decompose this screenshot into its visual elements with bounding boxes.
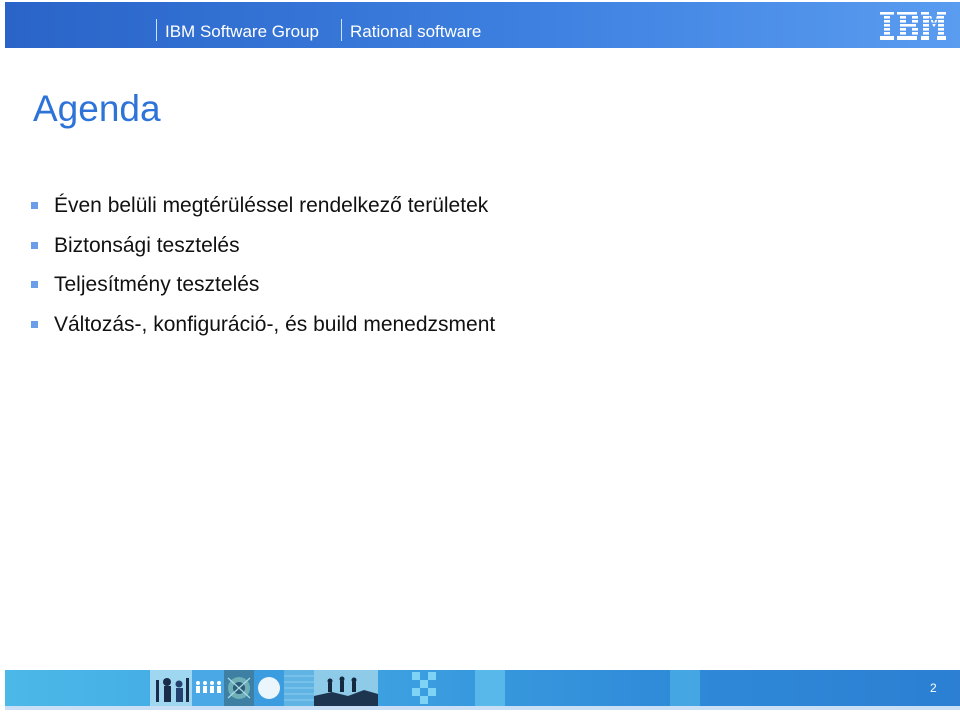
bullet-item: Biztonsági tesztelés bbox=[30, 232, 495, 272]
texture-icon bbox=[284, 670, 314, 706]
people-photo-icon bbox=[150, 670, 192, 706]
header-group-label: IBM Software Group bbox=[165, 22, 320, 41]
footer-block bbox=[670, 670, 700, 706]
bullet-text: Éven belüli megtérüléssel rendelkező ter… bbox=[54, 194, 489, 217]
bullet-marker-icon bbox=[31, 281, 38, 288]
climbers-photo-icon bbox=[314, 670, 378, 706]
pixel-pattern-icon bbox=[412, 672, 436, 704]
circle-icon bbox=[254, 670, 284, 706]
slide-title: Agenda bbox=[33, 88, 161, 129]
page-number: 2 bbox=[930, 681, 937, 695]
footer-bar bbox=[5, 670, 960, 706]
footer-block bbox=[475, 670, 505, 706]
header-divider bbox=[156, 19, 157, 41]
circuit-photo-icon bbox=[224, 670, 254, 706]
bullet-marker-icon bbox=[31, 241, 38, 249]
bullet-list: Éven belüli megtérüléssel rendelkező ter… bbox=[30, 192, 495, 350]
header-subtitle: Rational software bbox=[350, 22, 482, 41]
bullet-marker-icon bbox=[31, 320, 38, 328]
bullet-text: Változás-, konfiguráció-, és build mened… bbox=[54, 312, 496, 336]
bullet-item: Teljesítmény tesztelés bbox=[30, 271, 495, 311]
bullet-item: Éven belüli megtérüléssel rendelkező ter… bbox=[30, 192, 495, 232]
bullet-text: Teljesítmény tesztelés bbox=[54, 273, 260, 296]
header-bar: IBM Software Group Rational software bbox=[5, 2, 960, 48]
footer-strip bbox=[5, 706, 960, 710]
header-divider bbox=[341, 19, 342, 41]
figures-icon bbox=[192, 670, 224, 706]
bullet-item: Változás-, konfiguráció-, és build mened… bbox=[30, 311, 495, 351]
ibm-logo-icon bbox=[880, 12, 946, 40]
bullet-text: Biztonsági tesztelés bbox=[54, 233, 240, 257]
bullet-marker-icon bbox=[31, 202, 38, 209]
